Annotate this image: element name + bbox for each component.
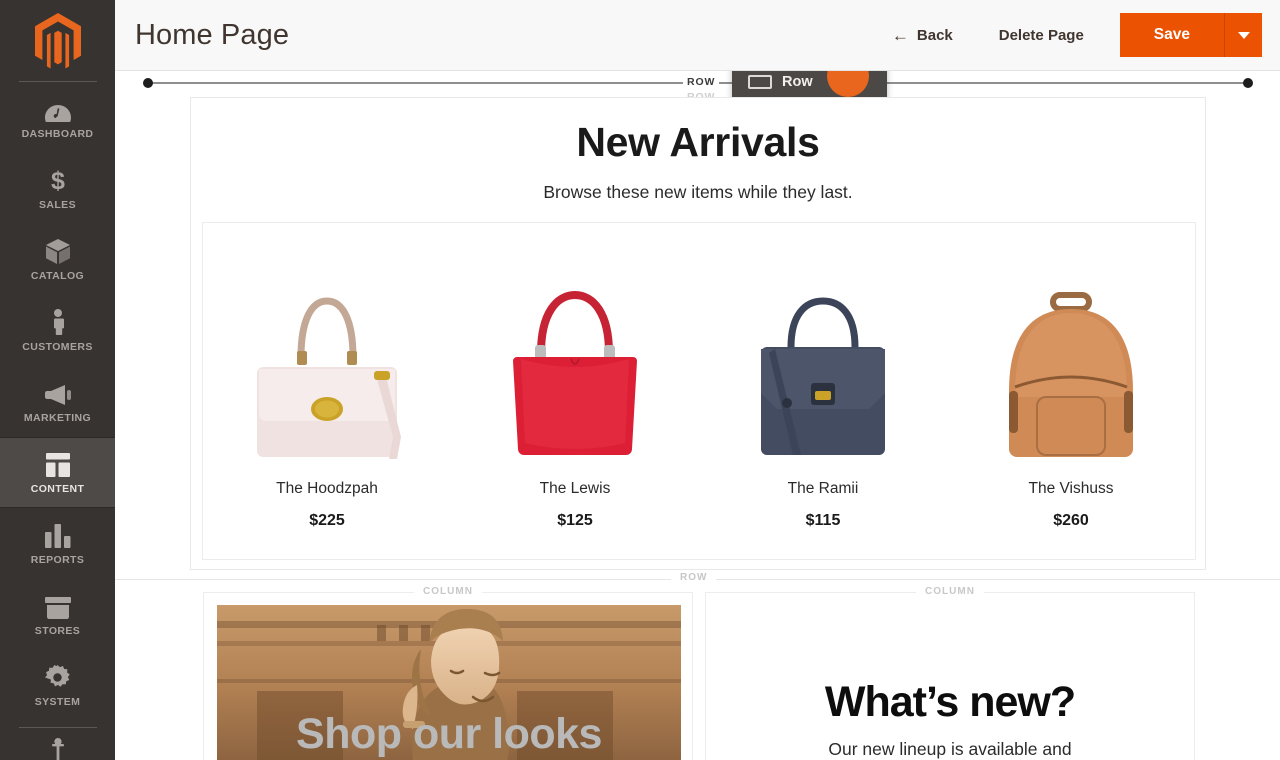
product-name: The Vishuss [1028,480,1114,497]
drop-indicator-dot-right [1243,78,1253,88]
new-arrivals-subheading: Browse these new items while they last. [543,182,853,202]
sidebar-nav-list: DASHBOARD $ SALES CATALOG CUSTOMERS MARK… [0,82,115,721]
sidebar-item-label: SALES [38,198,76,211]
svg-text:$: $ [51,168,65,193]
column-left-label: COLUMN [414,586,482,597]
row-new-arrivals[interactable]: New Arrivals Browse these new items whil… [190,97,1206,570]
admin-sidebar: DASHBOARD $ SALES CATALOG CUSTOMERS MARK… [0,0,115,760]
new-arrivals-heading: New Arrivals [576,119,820,165]
gear-icon [45,664,70,690]
product-price: $125 [557,512,593,529]
product-price: $115 [805,512,841,529]
magento-logo-icon [34,12,81,69]
blush-pink-satchel-icon [257,297,401,459]
sidebar-item-label: CATALOG [30,269,85,282]
page-builder-screen: DASHBOARD $ SALES CATALOG CUSTOMERS MARK… [0,0,1280,760]
drag-chip-label: Row [782,73,813,90]
product-image [979,231,1163,469]
dashboard-icon [44,96,71,122]
product-card[interactable]: The Lewis $125 [459,231,691,530]
sidebar-item-label: CONTENT [30,482,85,495]
header-actions: ← Back Delete Page Save [878,13,1262,57]
arrow-left-icon: ← [891,25,909,45]
back-button-label: Back [916,26,953,44]
column-right-label: COLUMN [916,586,984,597]
banner-overlay-text: Shop our looks [296,710,602,758]
sidebar-item-label: STORES [34,624,81,637]
box-icon [45,238,70,264]
page-title: Home Page [135,18,290,51]
product-image [483,231,667,469]
sidebar-item-sales[interactable]: $ SALES [0,153,115,224]
sidebar-item-label: SYSTEM [34,695,81,708]
navy-satchel-icon [761,297,885,455]
sidebar-item-label: DASHBOARD [21,127,94,140]
page-header: Home Page ← Back Delete Page Save [115,0,1280,71]
product-card[interactable]: The Vishuss $260 [955,231,1187,530]
store-box-icon [44,593,71,619]
chevron-down-icon [1237,31,1250,39]
whats-new-heading: What’s new? [824,678,1076,726]
sidebar-item-marketing[interactable]: MARKETING [0,366,115,437]
product-name: The Ramii [787,480,859,497]
row2-label: ROW [671,572,717,583]
product-image [235,231,419,469]
product-image [731,231,915,469]
back-button[interactable]: ← Back [878,19,967,52]
shop-our-looks-banner[interactable]: Shop our looks [217,605,681,760]
row-glyph-icon [748,74,772,89]
megaphone-icon [44,380,71,406]
product-price: $260 [1053,512,1089,529]
product-card[interactable]: The Hoodzpah $225 [211,231,443,530]
save-button-group: Save [1119,13,1262,57]
sidebar-item-reports[interactable]: REPORTS [0,508,115,579]
tan-backpack-icon [1009,292,1133,457]
product-name: The Hoodzpah [276,480,378,497]
layout-icon [45,451,70,477]
delete-page-button[interactable]: Delete Page [981,19,1102,52]
magento-logo[interactable] [0,0,115,81]
sidebar-item-label: REPORTS [30,553,85,566]
sidebar-item-content[interactable]: CONTENT [0,437,115,509]
dollar-icon: $ [50,167,66,193]
anchor-icon [51,738,64,760]
sidebar-item-find-partners[interactable] [0,728,115,760]
sidebar-item-stores[interactable]: STORES [0,579,115,650]
product-card[interactable]: The Ramii $115 [707,231,939,530]
product-name: The Lewis [539,480,611,497]
bar-chart-icon [44,522,71,548]
save-options-button[interactable] [1224,13,1262,57]
row-label-active: ROW [683,76,720,88]
sidebar-item-label: MARKETING [23,411,92,424]
red-hobo-bag-icon [513,290,637,455]
sidebar-item-system[interactable]: SYSTEM [0,650,115,721]
page-builder-stage: ROW ROW Row New Arrivals Browse these ne… [115,71,1280,760]
column-left[interactable]: COLUMN Shop our looks [203,586,693,760]
product-price: $225 [309,512,345,529]
save-button[interactable]: Save [1119,13,1224,57]
sidebar-item-catalog[interactable]: CATALOG [0,224,115,295]
whats-new-paragraph: Our new lineup is available and [828,739,1072,759]
product-list: The Hoodzpah $225 The Lewis $125 The Ram… [203,223,1195,559]
column-right[interactable]: COLUMN What’s new? Our new lineup is ava… [705,586,1195,760]
sidebar-item-customers[interactable]: CUSTOMERS [0,295,115,366]
sidebar-item-dashboard[interactable]: DASHBOARD [0,82,115,153]
sidebar-item-label: CUSTOMERS [22,340,93,353]
drop-indicator-dot-left [143,78,153,88]
person-icon [51,308,65,335]
products-block[interactable]: The Hoodzpah $225 The Lewis $125 The Ram… [202,222,1196,560]
